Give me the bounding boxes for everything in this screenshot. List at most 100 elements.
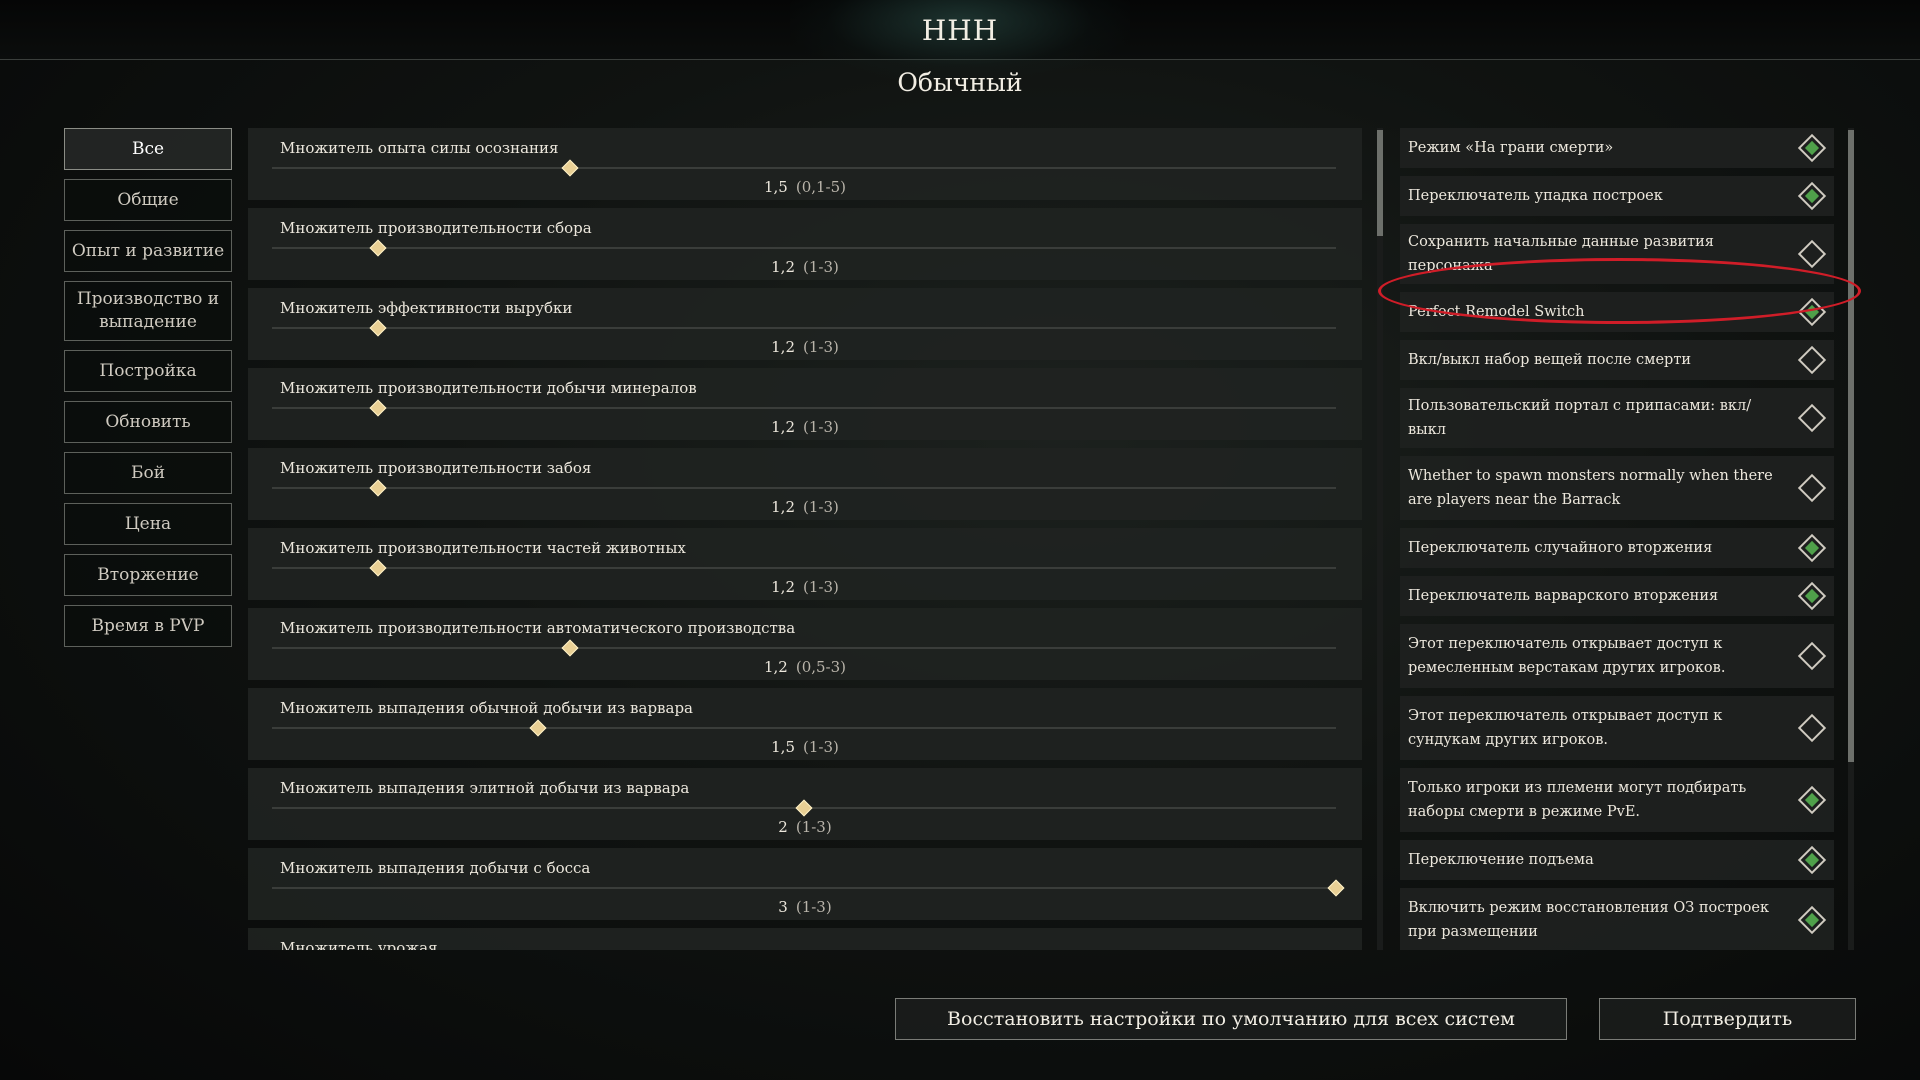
slider-label: Множитель урожая [280, 939, 438, 950]
category-nav: Все Общие Опыт и развитие Производство и вы… [64, 128, 232, 656]
toggle-off-icon[interactable] [1797, 239, 1827, 269]
nav-item[interactable]: Обновить [64, 401, 232, 443]
slider-label: Множитель производительности забоя [280, 459, 592, 477]
slider-label: Множитель производительности сбора [280, 219, 592, 237]
toggle-row[interactable]: Переключение подъема [1400, 840, 1834, 880]
slider-track[interactable] [272, 567, 1336, 569]
toggle-label: Perfect Remodel Switch [1408, 304, 1585, 320]
slider-current-value: 1,5 [763, 178, 788, 196]
toggle-row[interactable]: Вкл/выкл набор вещей после смерти [1400, 340, 1834, 380]
toggle-off-icon[interactable] [1797, 473, 1827, 503]
slider-list: Множитель опыта силы осознания 1,5 (0,1-5)… [248, 128, 1362, 950]
toggle-row[interactable]: Этот переключатель открывает доступ к ре… [1400, 624, 1834, 688]
slider-row: Множитель производительности частей живо… [248, 528, 1362, 600]
toggle-list-scroll-thumb[interactable] [1848, 130, 1854, 762]
slider-row: Множитель выпадения элитной добычи из ва… [248, 768, 1362, 840]
toggle-row[interactable]: Только игроки из племени могут подбирать… [1400, 768, 1834, 832]
slider-row: Множитель производительности автоматичес… [248, 608, 1362, 680]
nav-item[interactable]: Время в PVP [64, 605, 232, 647]
toggle-row[interactable]: Переключатель упадка построек [1400, 176, 1834, 216]
slider-track[interactable] [272, 487, 1336, 489]
nav-item[interactable]: Все [64, 128, 232, 170]
toggle-row[interactable]: Whether to spawn monsters normally when … [1400, 456, 1834, 520]
slider-track[interactable] [272, 167, 1336, 169]
toggle-label: Режим «На грани смерти» [1408, 140, 1614, 156]
toggle-on-icon[interactable] [1797, 133, 1827, 163]
confirm-button[interactable]: Подтвердить [1599, 998, 1856, 1040]
slider-thumb[interactable] [795, 799, 813, 817]
toggle-off-icon[interactable] [1797, 403, 1827, 433]
slider-range: (1-3) [795, 898, 832, 916]
toggle-row[interactable]: Пользовательский портал с припасами: вкл… [1400, 388, 1834, 448]
toggle-label: Пользовательский портал с припасами: вкл… [1408, 398, 1752, 438]
toggle-row[interactable]: Режим «На грани смерти» [1400, 128, 1834, 168]
toggle-label: Включить режим восстановления ОЗ построе… [1408, 900, 1770, 940]
mode-title: Обычный [897, 68, 1023, 97]
slider-thumb[interactable] [1327, 879, 1345, 897]
slider-label: Множитель производительности автоматичес… [280, 619, 796, 637]
toggle-off-icon[interactable] [1797, 713, 1827, 743]
slider-thumb[interactable] [369, 559, 387, 577]
slider-current-value: 1,2 [771, 498, 795, 516]
slider-thumb[interactable] [369, 319, 387, 337]
nav-item[interactable]: Опыт и развитие [64, 230, 232, 272]
slider-label: Множитель выпадения элитной добычи из ва… [280, 779, 690, 797]
toggle-label: Переключатель варварского вторжения [1408, 588, 1719, 604]
toggle-on-icon[interactable] [1797, 181, 1827, 211]
toggle-on-icon[interactable] [1797, 533, 1827, 563]
slider-list-scroll-thumb[interactable] [1377, 130, 1383, 236]
toggle-list-scrollbar[interactable] [1848, 128, 1854, 950]
toggle-row[interactable]: Переключатель случайного вторжения [1400, 528, 1834, 568]
slider-value: 1,2 (1-3) [248, 498, 1362, 516]
nav-item[interactable]: Постройка [64, 350, 232, 392]
slider-current-value: 1,2 [771, 258, 795, 276]
toggle-on-icon[interactable] [1797, 845, 1827, 875]
toggle-label: Только игроки из племени могут подбирать… [1408, 780, 1747, 820]
toggle-off-icon[interactable] [1797, 345, 1827, 375]
slider-track[interactable] [272, 727, 1336, 729]
toggle-on-icon[interactable] [1797, 905, 1827, 935]
toggle-on-icon[interactable] [1797, 297, 1827, 327]
slider-track[interactable] [272, 247, 1336, 249]
toggle-off-icon[interactable] [1797, 641, 1827, 671]
slider-track[interactable] [272, 887, 1336, 889]
slider-thumb[interactable] [369, 239, 387, 257]
nav-item[interactable]: Общие [64, 179, 232, 221]
slider-track[interactable] [272, 407, 1336, 409]
reset-defaults-button[interactable]: Восстановить настройки по умолчанию для … [895, 998, 1567, 1040]
slider-value: 1,2 (1-3) [248, 338, 1362, 356]
toggle-on-icon[interactable] [1797, 581, 1827, 611]
toggle-row[interactable]: Включить режим восстановления ОЗ построе… [1400, 888, 1834, 950]
slider-range: (1-3) [803, 418, 839, 436]
toggle-row[interactable]: Переключатель варварского вторжения [1400, 576, 1834, 616]
toggle-row[interactable]: Сохранить начальные данные развития перс… [1400, 224, 1834, 284]
slider-track[interactable] [272, 327, 1336, 329]
slider-row: Множитель производительности добычи мине… [248, 368, 1362, 440]
slider-thumb[interactable] [369, 479, 387, 497]
toggle-label: Переключение подъема [1408, 852, 1594, 868]
toggle-label: Whether to spawn monsters normally when … [1408, 468, 1773, 508]
slider-current-value: 1,2 [771, 578, 795, 596]
slider-thumb[interactable] [561, 159, 579, 177]
nav-item[interactable]: Вторжение [64, 554, 232, 596]
slider-label: Множитель производительности частей живо… [280, 539, 686, 557]
slider-thumb[interactable] [369, 399, 387, 417]
slider-current-value: 1,2 [771, 418, 795, 436]
slider-range: (1-3) [803, 738, 839, 756]
toggle-row[interactable]: Perfect Remodel Switch [1400, 292, 1834, 332]
toggle-label: Вкл/выкл набор вещей после смерти [1408, 352, 1692, 368]
slider-current-value: 1,2 [763, 658, 788, 676]
slider-list-scrollbar[interactable] [1377, 128, 1383, 950]
toggle-on-icon[interactable] [1797, 785, 1827, 815]
nav-item[interactable]: Бой [64, 452, 232, 494]
slider-thumb[interactable] [561, 639, 579, 657]
toggle-label: Переключатель упадка построек [1408, 188, 1663, 204]
slider-track[interactable] [272, 647, 1336, 649]
nav-item[interactable]: Цена [64, 503, 232, 545]
toggle-row[interactable]: Этот переключатель открывает доступ к су… [1400, 696, 1834, 760]
slider-thumb[interactable] [529, 719, 547, 737]
nav-item[interactable]: Производство и выпадение [64, 281, 232, 341]
slider-range: (0,5-3) [795, 658, 847, 676]
slider-label: Множитель эффективности вырубки [280, 299, 573, 317]
slider-value: 1,2 (1-3) [248, 578, 1362, 596]
